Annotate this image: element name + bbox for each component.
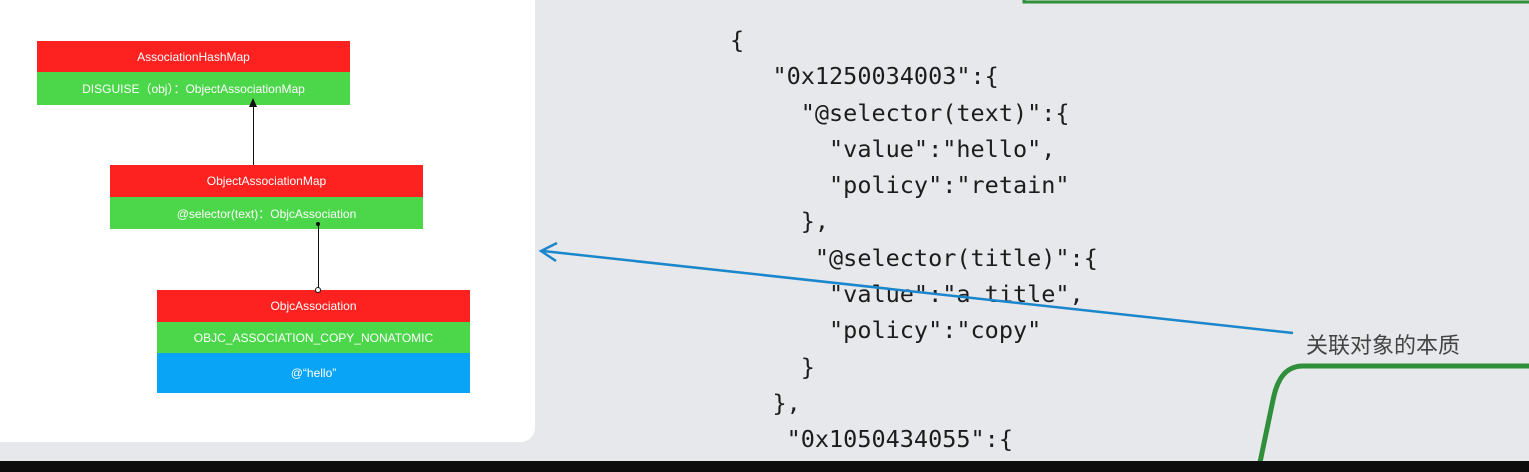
connector-endpoint bbox=[315, 287, 321, 293]
mindmap-branch-top bbox=[1022, 0, 1529, 4]
connector-arrow-head-icon bbox=[249, 98, 257, 107]
bottom-bar bbox=[0, 461, 1529, 472]
connector-dot bbox=[316, 222, 320, 226]
mindmap-branch bbox=[1255, 363, 1529, 472]
mindmap-node-label[interactable]: 关联对象的本质 bbox=[1306, 328, 1460, 360]
connector-overlay bbox=[249, 0, 1529, 472]
relation-arrow-line bbox=[542, 249, 1294, 335]
